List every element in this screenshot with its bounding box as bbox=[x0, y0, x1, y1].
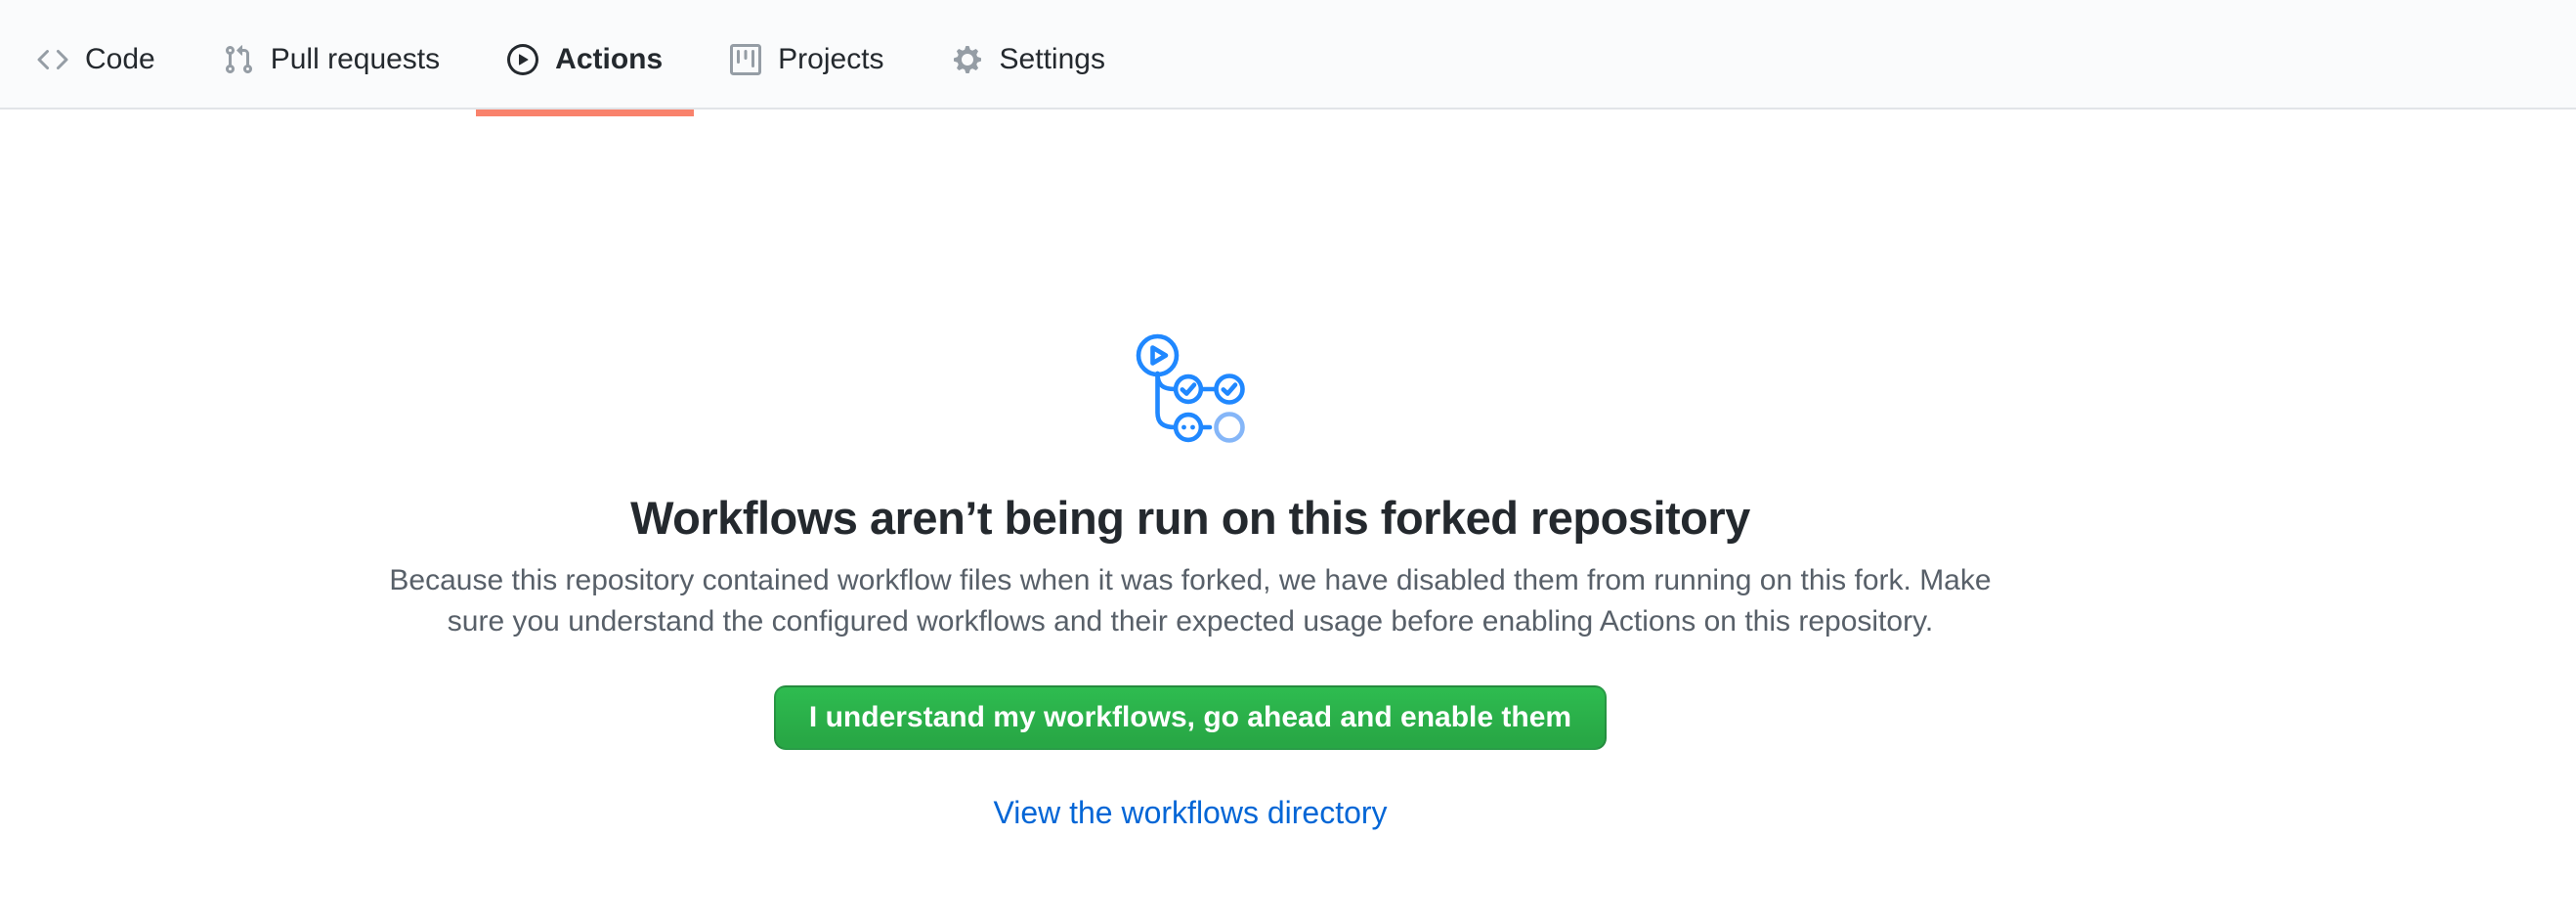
git-pull-request-icon bbox=[223, 44, 254, 75]
project-icon bbox=[730, 44, 761, 75]
tab-actions[interactable]: Actions bbox=[476, 12, 694, 108]
code-icon bbox=[37, 44, 68, 75]
workflow-graph-icon bbox=[1134, 330, 1247, 444]
tab-projects[interactable]: Projects bbox=[699, 12, 915, 108]
play-icon bbox=[507, 44, 538, 75]
view-workflows-directory-link[interactable]: View the workflows directory bbox=[993, 795, 1387, 831]
tab-pull-requests[interactable]: Pull requests bbox=[192, 12, 471, 108]
enable-workflows-button[interactable]: I understand my workflows, go ahead and … bbox=[774, 685, 1607, 750]
tab-label: Pull requests bbox=[271, 45, 440, 74]
blankslate-description: Because this repository contained workfl… bbox=[360, 560, 2021, 642]
repo-nav: Code Pull requests Actions Projects Sett… bbox=[0, 0, 2576, 110]
tab-label: Settings bbox=[1000, 45, 1105, 74]
tab-label: Code bbox=[85, 45, 155, 74]
tab-label: Projects bbox=[778, 45, 883, 74]
tab-settings[interactable]: Settings bbox=[921, 12, 1137, 108]
tab-label: Actions bbox=[555, 45, 663, 74]
tab-code[interactable]: Code bbox=[6, 12, 187, 108]
actions-blankslate: Workflows aren’t being run on this forke… bbox=[281, 110, 2099, 831]
gear-icon bbox=[952, 44, 983, 75]
blankslate-title: Workflows aren’t being run on this forke… bbox=[281, 491, 2099, 546]
